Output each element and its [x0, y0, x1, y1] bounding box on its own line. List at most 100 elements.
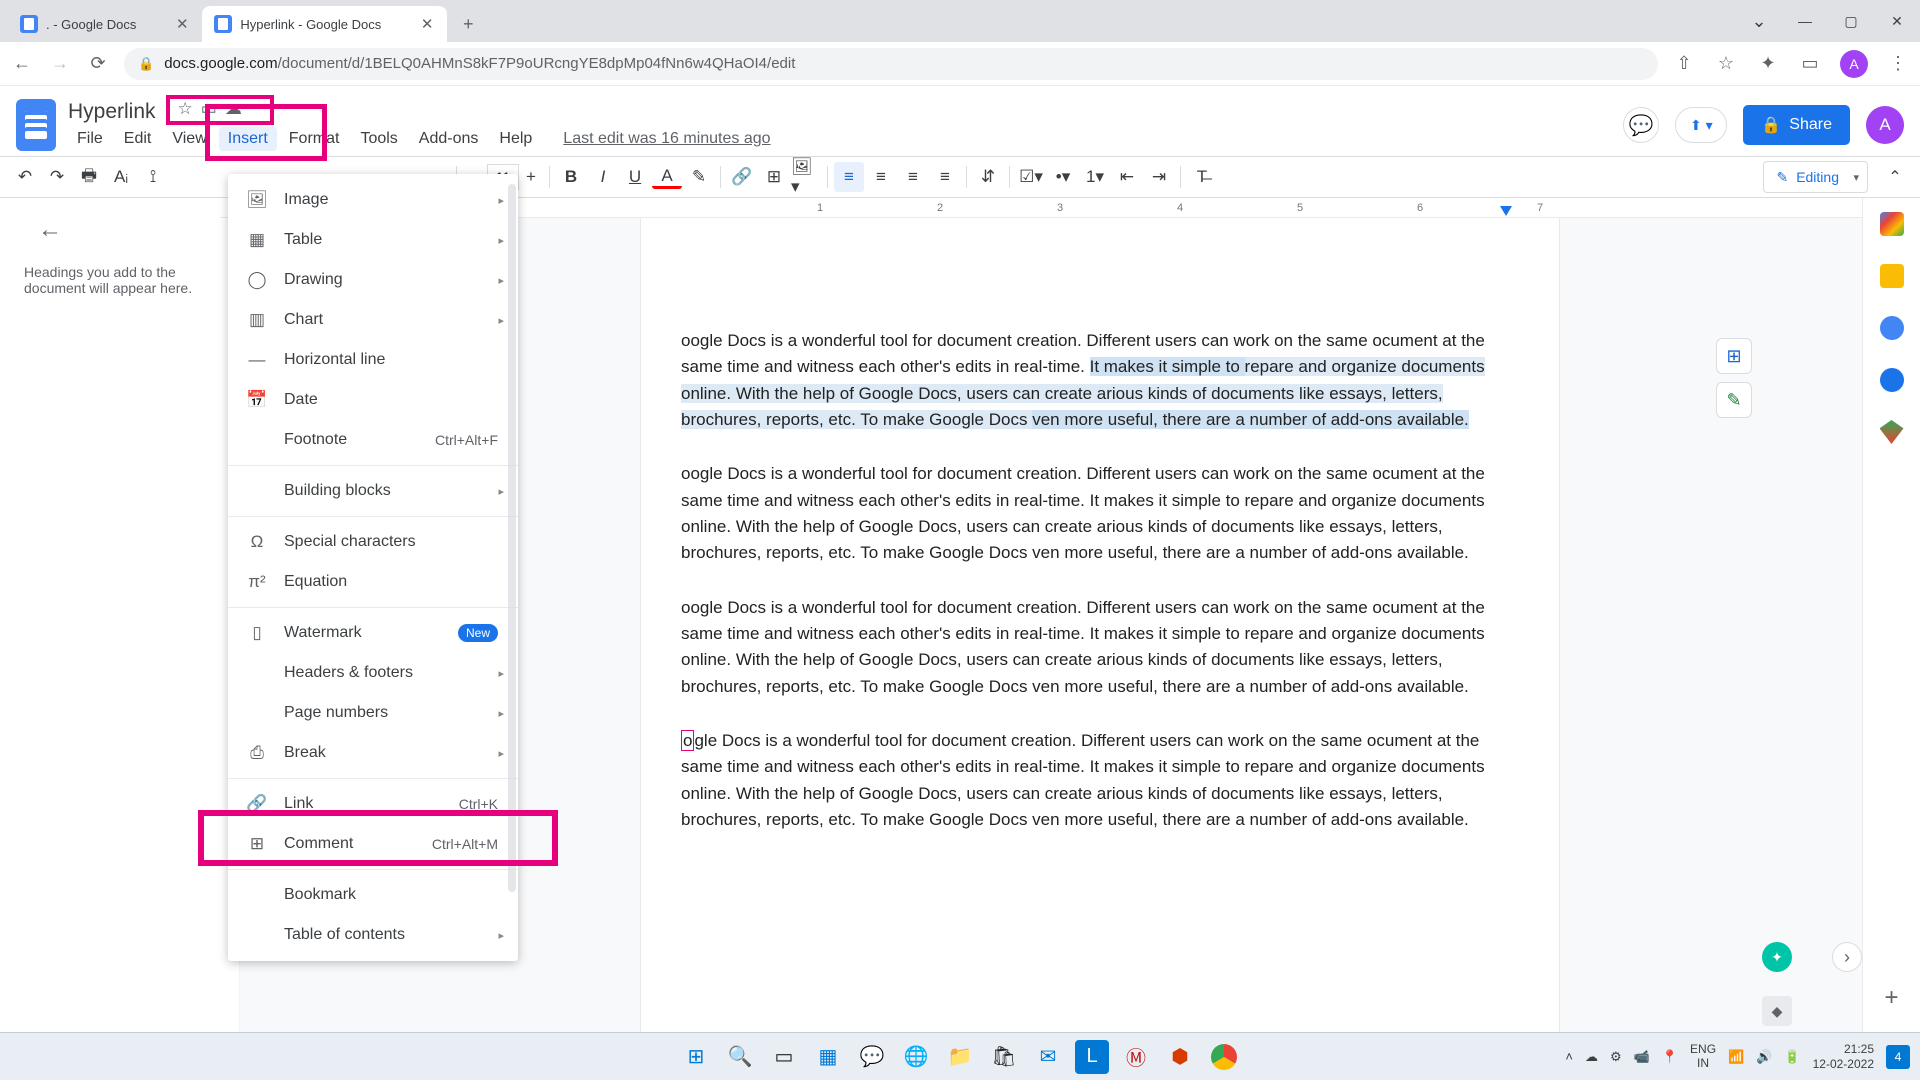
- mail-icon[interactable]: ✉: [1031, 1040, 1065, 1074]
- menu-item-date[interactable]: 📅Date: [228, 380, 518, 420]
- dictionary-button[interactable]: ◆: [1762, 996, 1792, 1026]
- menu-item-image[interactable]: 🖼Image: [228, 180, 518, 220]
- volume-icon[interactable]: 🔊: [1756, 1049, 1772, 1065]
- star-icon[interactable]: ☆: [178, 99, 193, 119]
- tasks-icon[interactable]: [1880, 316, 1904, 340]
- print-button[interactable]: 🖶: [74, 162, 104, 192]
- redo-button[interactable]: ↷: [42, 162, 72, 192]
- close-window-button[interactable]: ✕: [1874, 0, 1920, 42]
- insert-link-button[interactable]: 🔗: [727, 162, 757, 192]
- numbered-list-button[interactable]: 1▾: [1080, 162, 1110, 192]
- menu-tools[interactable]: Tools: [351, 127, 406, 151]
- highlight-color-button[interactable]: ✎: [684, 162, 714, 192]
- clear-formatting-button[interactable]: T̶: [1187, 162, 1217, 192]
- font-size-increase[interactable]: +: [519, 164, 543, 190]
- store-icon[interactable]: 🛍: [987, 1040, 1021, 1074]
- chat-icon[interactable]: 💬: [855, 1040, 889, 1074]
- present-button[interactable]: ⬆ ▾: [1675, 107, 1727, 143]
- account-avatar[interactable]: A: [1866, 106, 1904, 144]
- battery-icon[interactable]: 🔋: [1784, 1049, 1800, 1065]
- address-bar[interactable]: 🔒 docs.google.com/document/d/1BELQ0AHMnS…: [124, 48, 1658, 80]
- decrease-indent-button[interactable]: ⇤: [1112, 162, 1142, 192]
- spellcheck-button[interactable]: Aᵢ: [106, 162, 136, 192]
- menu-item-comment[interactable]: ⊞CommentCtrl+Alt+M: [228, 824, 518, 864]
- location-icon[interactable]: 📍: [1662, 1049, 1678, 1065]
- share-page-icon[interactable]: ⇧: [1672, 52, 1696, 76]
- menu-item-bookmark[interactable]: Bookmark: [228, 875, 518, 915]
- menu-item-building-blocks[interactable]: Building blocks: [228, 471, 518, 511]
- checklist-button[interactable]: ☑▾: [1016, 162, 1046, 192]
- menu-item-page-numbers[interactable]: Page numbers: [228, 693, 518, 733]
- paragraph[interactable]: ogle Docs is a wonderful tool for docume…: [681, 728, 1519, 833]
- open-comments-icon[interactable]: 💬: [1623, 107, 1659, 143]
- mcafee-icon[interactable]: Ⓜ: [1119, 1040, 1153, 1074]
- maps-icon[interactable]: [1880, 420, 1904, 444]
- menu-help[interactable]: Help: [490, 127, 541, 151]
- outline-close-icon[interactable]: ←: [38, 216, 208, 244]
- text-color-button[interactable]: A: [652, 165, 682, 189]
- insert-image-button[interactable]: 🖼▾: [791, 162, 821, 192]
- menu-insert[interactable]: Insert: [219, 127, 277, 151]
- notifications-button[interactable]: 4: [1886, 1045, 1910, 1069]
- menu-edit[interactable]: Edit: [115, 127, 161, 151]
- explore-button[interactable]: ✦: [1762, 942, 1792, 972]
- edge-icon[interactable]: 🌐: [899, 1040, 933, 1074]
- reload-button[interactable]: ⟳: [86, 52, 110, 76]
- editing-mode-button[interactable]: ✎ Editing: [1763, 161, 1868, 193]
- forward-button[interactable]: →: [48, 52, 72, 76]
- paint-format-button[interactable]: ⟟: [138, 162, 168, 192]
- add-comment-bubble[interactable]: ⊞: [1716, 338, 1752, 374]
- align-left-button[interactable]: ≡: [834, 162, 864, 192]
- extensions-icon[interactable]: ✦: [1756, 52, 1780, 76]
- sidepanel-icon[interactable]: ▭: [1798, 52, 1822, 76]
- align-justify-button[interactable]: ≡: [930, 162, 960, 192]
- calendar-icon[interactable]: [1880, 212, 1904, 236]
- search-icon[interactable]: 🔍: [723, 1040, 757, 1074]
- start-button[interactable]: ⊞: [679, 1040, 713, 1074]
- menu-item-table[interactable]: ▦Table: [228, 220, 518, 260]
- last-edit-link[interactable]: Last edit was 16 minutes ago: [554, 127, 779, 151]
- meet-now-icon[interactable]: 📹: [1634, 1049, 1650, 1065]
- menu-item-link[interactable]: 🔗LinkCtrl+K: [228, 784, 518, 824]
- menu-item-footnote[interactable]: FootnoteCtrl+Alt+F: [228, 420, 518, 460]
- menu-item-horizontal-line[interactable]: —Horizontal line: [228, 340, 518, 380]
- underline-button[interactable]: U: [620, 162, 650, 192]
- suggest-edit-bubble[interactable]: ✎: [1716, 382, 1752, 418]
- menu-scrollbar[interactable]: [508, 184, 516, 892]
- get-addons-icon[interactable]: +: [1884, 984, 1898, 1012]
- menu-file[interactable]: File: [68, 127, 112, 151]
- menu-addons[interactable]: Add-ons: [410, 127, 488, 151]
- bulleted-list-button[interactable]: •▾: [1048, 162, 1078, 192]
- office-icon[interactable]: ⬢: [1163, 1040, 1197, 1074]
- chrome-icon[interactable]: [1207, 1040, 1241, 1074]
- menu-format[interactable]: Format: [280, 127, 349, 151]
- tray-app-icon[interactable]: ⚙: [1610, 1049, 1622, 1065]
- share-button[interactable]: 🔒Share: [1743, 105, 1850, 145]
- menu-item-headers-footers[interactable]: Headers & footers: [228, 653, 518, 693]
- paragraph[interactable]: oogle Docs is a wonderful tool for docum…: [681, 328, 1519, 433]
- widgets-icon[interactable]: ▦: [811, 1040, 845, 1074]
- minimize-button[interactable]: —: [1782, 0, 1828, 42]
- chrome-menu-icon[interactable]: ⋮: [1886, 52, 1910, 76]
- menu-item-toc[interactable]: Table of contents: [228, 915, 518, 955]
- document-title[interactable]: Hyperlink: [68, 100, 156, 124]
- align-right-button[interactable]: ≡: [898, 162, 928, 192]
- docs-logo-icon[interactable]: [16, 99, 56, 151]
- wifi-icon[interactable]: 📶: [1728, 1049, 1744, 1065]
- add-comment-button[interactable]: ⊞: [759, 162, 789, 192]
- italic-button[interactable]: I: [588, 162, 618, 192]
- tab-search-icon[interactable]: ⌄: [1736, 0, 1782, 42]
- document-page[interactable]: oogle Docs is a wonderful tool for docum…: [640, 218, 1560, 1032]
- menu-item-break[interactable]: ⎙Break: [228, 733, 518, 773]
- undo-button[interactable]: ↶: [10, 162, 40, 192]
- close-tab-icon[interactable]: ✕: [174, 16, 190, 32]
- hide-menus-button[interactable]: ⌃: [1880, 162, 1910, 192]
- move-icon[interactable]: ▭: [201, 99, 217, 119]
- ruler-end-marker[interactable]: [1500, 206, 1512, 216]
- paragraph[interactable]: oogle Docs is a wonderful tool for docum…: [681, 595, 1519, 700]
- keep-icon[interactable]: [1880, 264, 1904, 288]
- hide-sidepanel-icon[interactable]: ›: [1832, 942, 1862, 972]
- bookmark-star-icon[interactable]: ☆: [1714, 52, 1738, 76]
- menu-view[interactable]: View: [163, 127, 215, 151]
- increase-indent-button[interactable]: ⇥: [1144, 162, 1174, 192]
